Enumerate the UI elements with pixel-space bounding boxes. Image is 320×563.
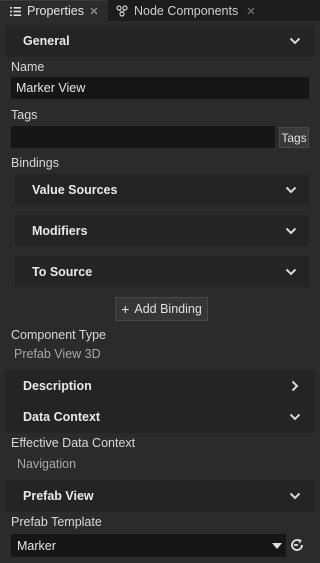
section-title: Data Context: [23, 410, 101, 424]
bindings-label: Bindings: [11, 156, 59, 170]
close-icon[interactable]: [90, 7, 98, 15]
group-title: Modifiers: [32, 223, 88, 238]
effective-data-context-label: Effective Data Context: [11, 436, 136, 450]
modifiers-group[interactable]: Modifiers: [15, 215, 309, 246]
section-title: General: [23, 34, 70, 48]
chevron-down-icon: [289, 401, 301, 433]
prefab-template-select[interactable]: Marker: [11, 534, 286, 557]
prefab-template-value: Marker: [17, 538, 56, 553]
add-binding-label: Add Binding: [134, 302, 202, 316]
chevron-right-icon: [291, 370, 299, 402]
tab-bar: Properties Node Components: [0, 0, 320, 21]
add-binding-button[interactable]: + Add Binding: [115, 297, 208, 321]
tab-node-components[interactable]: Node Components: [110, 0, 260, 21]
effective-data-context-value: Navigation: [17, 457, 77, 471]
component-type-value: Prefab View 3D: [14, 347, 101, 361]
group-title: To Source: [32, 264, 93, 279]
tab-label: Node Components: [134, 3, 239, 18]
close-icon[interactable]: [247, 6, 255, 15]
name-label: Name: [11, 60, 45, 74]
components-icon: [116, 4, 128, 17]
tab-label: Properties: [27, 4, 84, 18]
dropdown-arrow-icon: [272, 534, 282, 557]
section-general[interactable]: General: [5, 25, 315, 57]
to-source-group[interactable]: To Source: [15, 256, 309, 287]
refresh-icon[interactable]: [289, 537, 305, 556]
name-value: Marker View: [16, 81, 86, 95]
chevron-down-icon: [289, 25, 301, 57]
chevron-down-icon: [285, 215, 297, 246]
name-field[interactable]: Marker View: [11, 77, 309, 99]
group-title: Value Sources: [32, 182, 118, 197]
list-icon: [10, 6, 21, 16]
section-prefab-view[interactable]: Prefab View: [5, 480, 315, 512]
tags-field[interactable]: [11, 126, 275, 148]
section-description[interactable]: Description: [5, 370, 315, 402]
component-type-label: Component Type: [11, 328, 106, 342]
value-sources-group[interactable]: Value Sources: [15, 174, 309, 205]
chevron-down-icon: [285, 256, 297, 287]
chevron-down-icon: [285, 174, 297, 205]
tab-properties[interactable]: Properties: [0, 0, 108, 21]
tags-label: Tags: [11, 108, 38, 122]
prefab-template-label: Prefab Template: [11, 515, 102, 529]
section-title: Description: [23, 379, 92, 393]
tags-button[interactable]: Tags: [279, 127, 309, 148]
chevron-down-icon: [289, 480, 301, 512]
section-title: Prefab View: [23, 489, 94, 503]
plus-icon: +: [121, 301, 130, 317]
section-data-context[interactable]: Data Context: [5, 401, 315, 433]
